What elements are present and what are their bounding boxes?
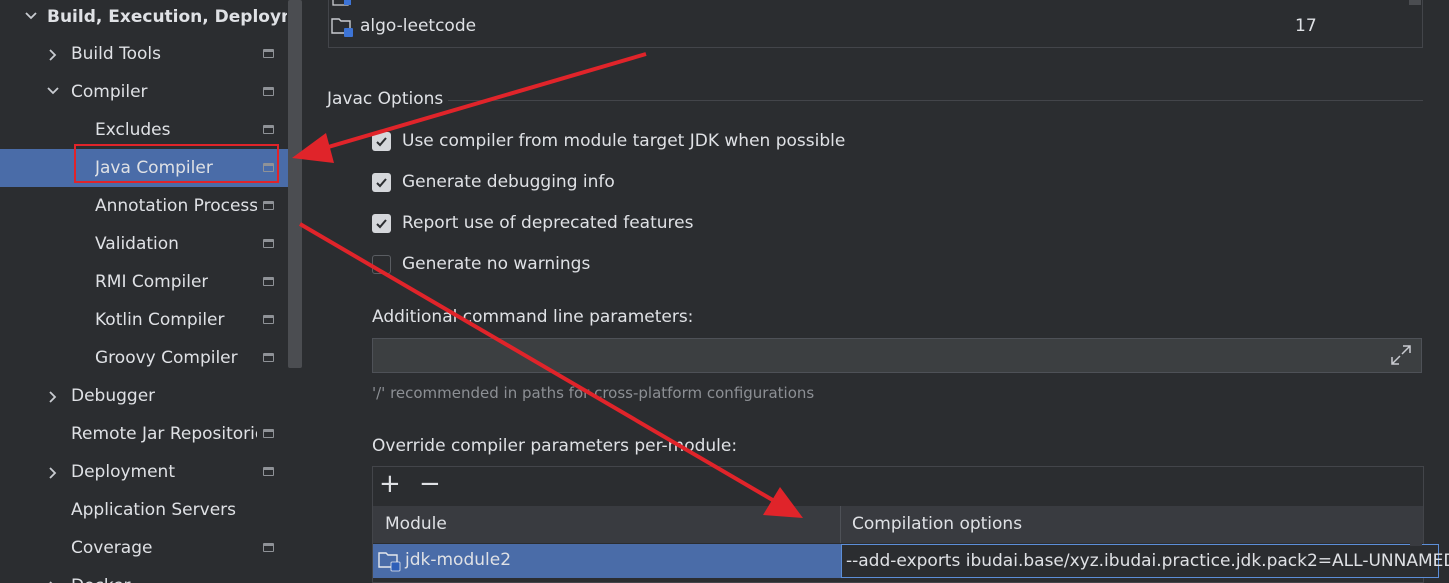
annotation-arrows — [292, 52, 803, 518]
annotation-arrow-head — [292, 133, 334, 163]
annotation-arrow-line — [298, 222, 778, 504]
annotation-arrow-head — [763, 487, 803, 518]
annotation-arrow-line — [317, 52, 647, 152]
